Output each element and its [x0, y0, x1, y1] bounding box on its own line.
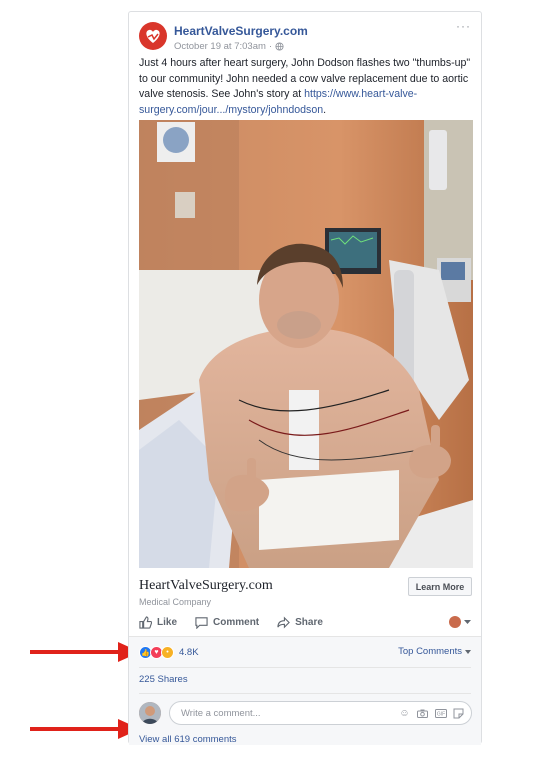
post-date[interactable]: October 19 at 7:03am: [174, 41, 266, 52]
svg-text:GIF: GIF: [436, 711, 444, 717]
thumbs-up-icon: [139, 615, 152, 629]
learn-more-button[interactable]: Learn More: [408, 577, 472, 596]
post-photo[interactable]: [139, 120, 473, 568]
footer-divider: [139, 667, 471, 668]
share-label: Share: [295, 616, 323, 628]
action-bar: Like Comment Share: [139, 612, 471, 632]
page-name-link[interactable]: HeartValveSurgery.com: [174, 24, 308, 38]
page-logo-icon[interactable]: [139, 22, 167, 50]
caret-down-icon: [465, 649, 471, 654]
comment-icon: [195, 616, 208, 629]
engagement-footer: 👍 ♥ • 4.8K Top Comments 225 Shares ☺: [129, 636, 481, 745]
post-text: Just 4 hours after heart surgery, John D…: [139, 56, 475, 118]
footer-divider-2: [139, 693, 471, 694]
sticker-icon[interactable]: [452, 707, 465, 720]
post-meta: October 19 at 7:03am ·: [174, 41, 284, 52]
like-label: Like: [157, 616, 178, 628]
commenter-avatar: [139, 702, 161, 724]
wow-reaction-icon: •: [161, 646, 174, 659]
reactions-summary[interactable]: 👍 ♥ • 4.8K: [139, 646, 199, 659]
comment-input-box[interactable]: ☺ GIF: [169, 701, 472, 725]
annotation-arrow-comments: [30, 719, 140, 739]
shares-count-link[interactable]: 225 Shares: [139, 674, 188, 685]
share-icon: [277, 616, 290, 628]
meta-separator: ·: [268, 41, 273, 52]
top-comments-label: Top Comments: [398, 646, 462, 657]
view-all-comments-link[interactable]: View all 619 comments: [139, 734, 237, 745]
comment-tools: ☺ GIF: [398, 707, 465, 720]
link-preview-subtitle: Medical Company: [139, 597, 212, 607]
annotation-arrow-reactions: [30, 642, 140, 662]
link-preview-title[interactable]: HeartValveSurgery.com: [139, 578, 273, 594]
gif-icon[interactable]: GIF: [434, 707, 447, 720]
post-header: HeartValveSurgery.com October 19 at 7:03…: [139, 20, 471, 61]
emoji-icon[interactable]: ☺: [398, 707, 411, 720]
chevron-down-icon: [464, 619, 471, 624]
profile-avatar: [449, 616, 461, 628]
share-button[interactable]: Share: [277, 616, 323, 629]
post-as-selector[interactable]: [449, 616, 471, 628]
post-card: HeartValveSurgery.com October 19 at 7:03…: [128, 11, 482, 745]
camera-icon[interactable]: [416, 707, 429, 720]
hospital-photo-image: [139, 120, 473, 568]
comment-input[interactable]: [179, 706, 398, 720]
like-button[interactable]: Like: [139, 615, 178, 629]
globe-icon: [275, 42, 284, 51]
more-options-button[interactable]: ···: [456, 20, 471, 32]
post-text-end: .: [323, 103, 327, 116]
comment-label: Comment: [213, 616, 260, 628]
reaction-count[interactable]: 4.8K: [179, 647, 199, 658]
comment-button[interactable]: Comment: [195, 616, 259, 629]
comment-composer: ☺ GIF: [139, 701, 472, 727]
top-comments-dropdown[interactable]: Top Comments: [398, 646, 471, 657]
